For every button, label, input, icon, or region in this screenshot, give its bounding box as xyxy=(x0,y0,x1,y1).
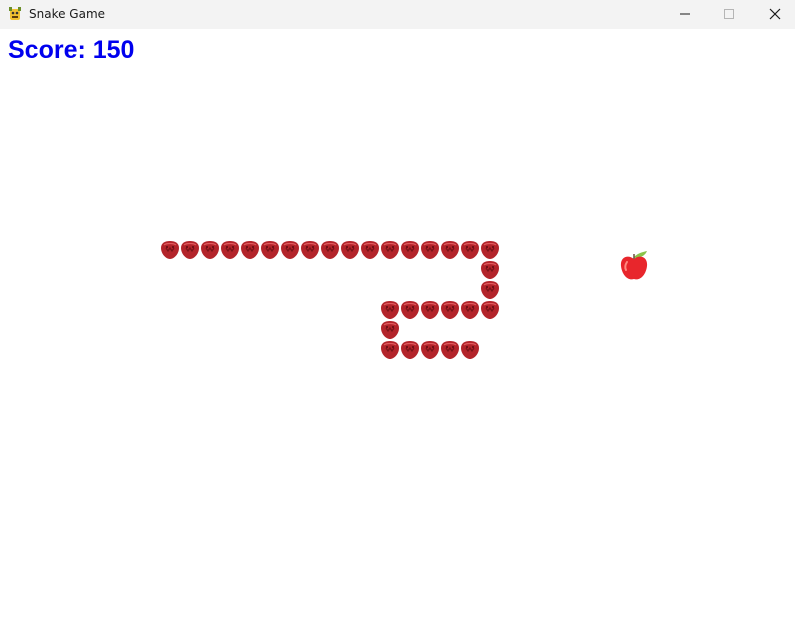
title-bar[interactable]: Snake Game xyxy=(0,0,795,29)
snake-segment xyxy=(200,240,220,260)
snake-segment xyxy=(300,240,320,260)
score-label: Score: 150 xyxy=(8,36,135,64)
snake-segment xyxy=(440,240,460,260)
snake-segment xyxy=(380,320,400,340)
snake-segment xyxy=(240,240,260,260)
snake-segment xyxy=(380,340,400,360)
snake-segment xyxy=(480,280,500,300)
snake-segment xyxy=(260,240,280,260)
snake-segment xyxy=(440,340,460,360)
game-canvas[interactable]: Score: 150 xyxy=(0,29,795,625)
game-window: Snake Game Score: 150 xyxy=(0,0,795,625)
snake-segment xyxy=(420,240,440,260)
snake-segment xyxy=(340,240,360,260)
snake-segment xyxy=(360,240,380,260)
snake-segment xyxy=(320,240,340,260)
snake-segment xyxy=(460,240,480,260)
snake-segment xyxy=(280,240,300,260)
snake-segment xyxy=(380,300,400,320)
snake-segment xyxy=(440,300,460,320)
snake-segment xyxy=(420,300,440,320)
snake-segment xyxy=(480,260,500,280)
snake-segment xyxy=(160,240,180,260)
pygame-snake-icon xyxy=(7,6,23,22)
snake-segment xyxy=(400,340,420,360)
snake-segment xyxy=(400,300,420,320)
close-icon xyxy=(769,5,781,24)
snake-segment xyxy=(420,340,440,360)
snake-segment xyxy=(480,300,500,320)
snake-segment xyxy=(480,240,500,260)
snake-segment xyxy=(220,240,240,260)
snake-head xyxy=(460,340,480,360)
apple-icon xyxy=(619,248,649,282)
snake-segment xyxy=(400,240,420,260)
snake-segment xyxy=(380,240,400,260)
maximize-button[interactable] xyxy=(706,0,752,29)
close-button[interactable] xyxy=(752,0,795,29)
snake-segment xyxy=(460,300,480,320)
minimize-icon xyxy=(679,5,691,24)
snake-segment xyxy=(180,240,200,260)
window-title: Snake Game xyxy=(29,7,106,21)
minimize-button[interactable] xyxy=(662,0,708,29)
maximize-icon xyxy=(723,5,735,24)
